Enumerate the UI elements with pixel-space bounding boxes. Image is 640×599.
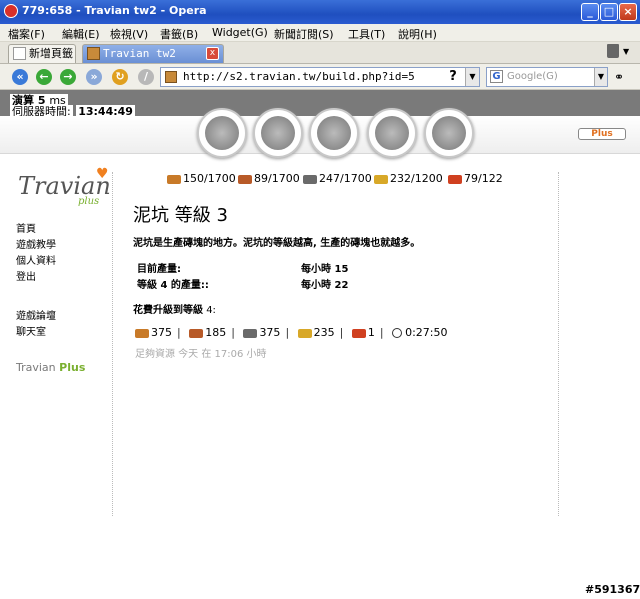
site-favicon-icon bbox=[165, 71, 177, 83]
right-divider bbox=[558, 172, 559, 516]
wood-icon bbox=[135, 328, 149, 338]
menu-tools[interactable]: 工具(T) bbox=[348, 26, 385, 42]
wood-icon bbox=[167, 174, 181, 184]
iron-icon bbox=[243, 328, 258, 338]
search-dropdown-icon[interactable]: ▼ bbox=[594, 68, 607, 86]
heart-icon: ♥ bbox=[96, 166, 109, 182]
minimize-button[interactable]: _ bbox=[581, 3, 599, 21]
window-title: 779:658 - Travian tw2 - Opera bbox=[22, 4, 207, 17]
close-button[interactable]: × bbox=[619, 3, 637, 21]
address-bar[interactable]: http://s2.travian.tw/build.php?id=5 ? ▼ bbox=[160, 67, 480, 87]
next-production-value: 每小時 22 bbox=[301, 280, 349, 291]
back-icon[interactable]: ← bbox=[36, 69, 52, 85]
menu-bar: 檔案(F) 編輯(E) 檢視(V) 書籤(B) Widget(G) 新聞訂閱(S… bbox=[0, 24, 640, 42]
search-input[interactable]: Google(G) bbox=[507, 71, 558, 82]
tab-new[interactable]: 新增頁籤 bbox=[8, 44, 76, 63]
forward-icon[interactable]: → bbox=[60, 69, 76, 85]
search-box[interactable]: G Google(G) ▼ bbox=[486, 67, 608, 87]
sidebar-item-profile[interactable]: 個人資料 bbox=[16, 252, 56, 267]
maximize-button[interactable]: □ bbox=[600, 3, 618, 21]
sidebar-item-forum[interactable]: 遊戲論壇 bbox=[16, 307, 56, 322]
google-icon: G bbox=[490, 70, 503, 83]
page-title: 泥坑 等級 3 bbox=[133, 205, 228, 226]
village-overview-icon[interactable] bbox=[197, 108, 247, 158]
resource-wood: 150/1700 bbox=[167, 172, 236, 185]
map-icon[interactable] bbox=[309, 108, 359, 158]
menu-widget[interactable]: Widget(G) bbox=[212, 26, 268, 39]
crop-icon bbox=[297, 328, 312, 338]
building-description: 泥坑是生產磚塊的地方。泥坑的等級越高, 生產的磚塊也就越多。 bbox=[133, 238, 421, 249]
iron-icon bbox=[303, 174, 317, 184]
clay-icon bbox=[238, 174, 252, 184]
upgrade-costs: 375 | 185 | 375 | 235 | 1 | 0:27:50 bbox=[135, 326, 448, 339]
resource-iron: 247/1700 bbox=[303, 172, 372, 185]
upgrade-heading: 花費升級到等級 4: bbox=[133, 305, 216, 316]
tab-label: Travian tw2 bbox=[103, 47, 176, 60]
left-divider bbox=[112, 172, 113, 516]
tab-travian[interactable]: Travian tw2 x bbox=[82, 44, 224, 63]
trash-icon[interactable] bbox=[607, 44, 619, 58]
current-production-value: 每小時 15 bbox=[301, 264, 349, 275]
chevron-down-icon[interactable]: ▼ bbox=[623, 47, 629, 56]
enough-resources-time: 足夠資源 今天 在 17:06 小時 bbox=[135, 349, 267, 360]
plus-button[interactable]: Plus bbox=[578, 128, 626, 140]
menu-edit[interactable]: 編輯(E) bbox=[62, 26, 100, 42]
next-production-label: 等級 4 的產量:: bbox=[137, 280, 209, 291]
sidebar-item-home[interactable]: 首頁 bbox=[16, 220, 36, 235]
menu-bookmarks[interactable]: 書籤(B) bbox=[160, 26, 198, 42]
edit-icon[interactable]: / bbox=[138, 69, 154, 85]
navigation-toolbar: « ← → » ↻ / http://s2.travian.tw/build.p… bbox=[0, 64, 640, 90]
resource-crop: 232/1200 bbox=[374, 172, 443, 185]
sidebar-item-travian-plus[interactable]: Travian Plus bbox=[16, 361, 85, 374]
menu-view[interactable]: 檢視(V) bbox=[110, 26, 148, 42]
help-icon[interactable]: ? bbox=[445, 69, 461, 85]
address-url[interactable]: http://s2.travian.tw/build.php?id=5 bbox=[183, 70, 415, 83]
consumption-icon bbox=[448, 174, 462, 184]
clay-icon bbox=[189, 328, 204, 338]
clock-icon bbox=[392, 328, 403, 338]
village-center-icon[interactable] bbox=[253, 108, 303, 158]
consumption-icon bbox=[351, 328, 366, 338]
blank-page-icon bbox=[13, 47, 26, 60]
statistics-icon[interactable] bbox=[367, 108, 417, 158]
zoom-glasses-icon[interactable]: ⚭ bbox=[614, 70, 624, 84]
opera-icon bbox=[4, 4, 18, 18]
sidebar-item-chat[interactable]: 聊天室 bbox=[16, 323, 46, 338]
travian-logo[interactable]: Travian plus ♥ bbox=[10, 166, 111, 212]
resource-consumption: 79/122 bbox=[448, 172, 503, 185]
address-dropdown-icon[interactable]: ▼ bbox=[465, 68, 479, 86]
travian-favicon-icon bbox=[87, 47, 100, 60]
reports-icon[interactable] bbox=[424, 108, 474, 158]
tab-close-icon[interactable]: x bbox=[206, 47, 219, 60]
tab-bar: 新增頁籤 Travian tw2 x bbox=[0, 42, 640, 64]
watermark: #591367 bbox=[585, 583, 640, 596]
sidebar-item-tutorial[interactable]: 遊戲教學 bbox=[16, 236, 56, 251]
current-production-label: 目前產量: bbox=[137, 264, 181, 275]
fast-forward-icon[interactable]: » bbox=[86, 69, 102, 85]
menu-file[interactable]: 檔案(F) bbox=[8, 26, 45, 42]
rewind-icon[interactable]: « bbox=[12, 69, 28, 85]
tab-label: 新增頁籤 bbox=[29, 47, 73, 60]
menu-feeds[interactable]: 新聞訂閱(S) bbox=[274, 26, 334, 42]
reload-icon[interactable]: ↻ bbox=[112, 69, 128, 85]
title-bar: 779:658 - Travian tw2 - Opera _ □ × bbox=[0, 0, 640, 24]
menu-help[interactable]: 說明(H) bbox=[398, 26, 437, 42]
resource-clay: 89/1700 bbox=[238, 172, 300, 185]
crop-icon bbox=[374, 174, 388, 184]
sidebar-item-logout[interactable]: 登出 bbox=[16, 268, 36, 283]
